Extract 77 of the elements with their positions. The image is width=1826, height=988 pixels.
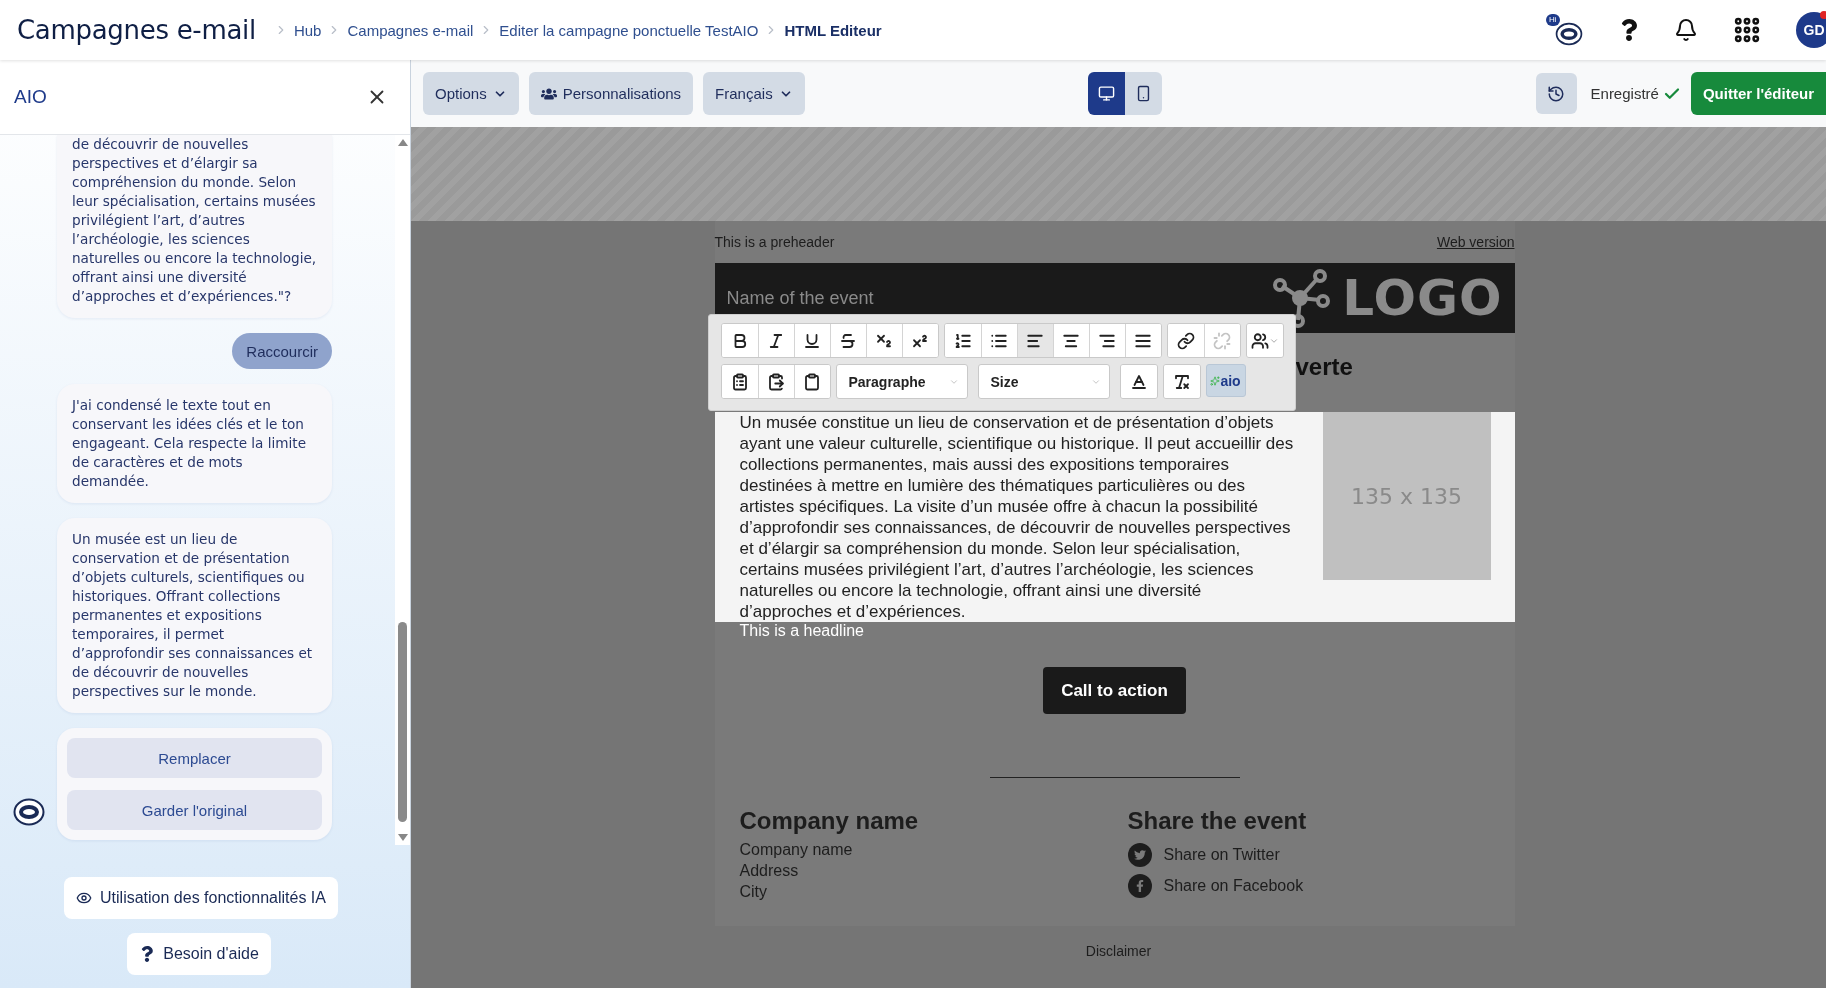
- panel-title: AIO: [14, 86, 47, 108]
- cta-button[interactable]: Call to action: [1043, 667, 1186, 714]
- body-text[interactable]: Un musée constitue un lieu de conservation et de présentation d’objets ayant une valeur culturelle, scientifique ou historique. Il peut accueillir des collections permanentes, mais aussi des expositions temporaires destinées à mettre en lumière des thématiques particulières ou des artistes spécifiques. La visite d’un musée offre à chacun la possibilité d’approfondir ses connaissances, de découvrir de nouvelles perspectives et d’élargir sa compréhension du monde. Selon leur spécialisation, certains musées privilégient l’art, d’autres l’archéologie, les sciences naturelles ou encore la technologie, offrant ainsi une diversité d’approches et d’expériences.: [739, 412, 1296, 622]
- assistant-icon: [12, 798, 45, 826]
- eye-icon: [76, 890, 93, 906]
- breadcrumb-link[interactable]: HTML Editeur: [784, 21, 882, 39]
- monitor-icon: [1097, 85, 1115, 102]
- italic-icon: [767, 331, 785, 350]
- page-title: Campagnes e-mail: [17, 15, 256, 45]
- paste-word-button[interactable]: [793, 365, 830, 398]
- company-line: Company name: [739, 840, 854, 860]
- breadcrumb-link[interactable]: Editer la campagne ponctuelle TestAIO: [499, 21, 759, 39]
- scroll-thumb[interactable]: [398, 622, 407, 822]
- ordered-list-icon: [953, 331, 972, 350]
- quit-button[interactable]: Quitter l'éditeur: [1690, 72, 1826, 115]
- preheader-text: This is a preheader: [714, 234, 835, 250]
- underline-icon: [803, 331, 821, 350]
- ai-usage-button[interactable]: Utilisation des fonctionnalités IA: [64, 877, 338, 919]
- assistant-message: J'ai condensé le texte tout en conservant les idées clés et le ton engageant. Cela respecte la limite de caractères et de mots demandée.: [57, 384, 332, 503]
- user-avatar[interactable]: GD: [1796, 12, 1826, 48]
- strike-icon: [839, 331, 857, 350]
- company-title: Company name: [739, 807, 920, 835]
- justify-button[interactable]: [1124, 324, 1161, 357]
- letter-f-icon: [1127, 873, 1152, 898]
- ai-button[interactable]: aio: [1205, 364, 1246, 397]
- desktop-view-button[interactable]: [1087, 72, 1125, 115]
- link-icon: [1176, 331, 1195, 350]
- format-select[interactable]: Paragraphe: [835, 364, 968, 399]
- user-message: Raccourcir: [232, 333, 332, 369]
- share-link[interactable]: Share on Facebook: [1127, 870, 1490, 901]
- event-name: Name of the event: [726, 287, 874, 309]
- company-line: Address: [739, 861, 800, 881]
- assistant-message: de découvrir de nouvelles perspectives et d’élargir sa compréhension du monde. Selon leur spécialisation, certains musées privilégient l’art, d’autres l’archéologie, les sciences naturelles ou encore la technologie, offrant ainsi une diversité d’approches et d’expériences."?: [57, 135, 332, 318]
- logo-text: LOGO: [1342, 269, 1503, 327]
- share-title: Share the event: [1127, 807, 1308, 835]
- paste-text-icon: [767, 372, 785, 391]
- share-link[interactable]: Share on Twitter: [1127, 839, 1490, 870]
- action-button[interactable]: Remplacer: [67, 738, 322, 778]
- headline-text: verte: [1295, 353, 1353, 381]
- text-color-button[interactable]: [1120, 365, 1157, 398]
- sparkle-icon: [1210, 375, 1221, 386]
- action-button[interactable]: Garder l'original: [67, 790, 322, 830]
- format-select[interactable]: Size: [977, 364, 1110, 399]
- menu-button[interactable]: Personnalisations: [528, 72, 694, 115]
- scroll-up-icon[interactable]: [397, 139, 408, 146]
- save-status: Enregistré: [1590, 85, 1659, 102]
- breadcrumb-link[interactable]: Campagnes e-mail: [347, 21, 474, 39]
- scroll-down-icon[interactable]: [397, 834, 408, 841]
- history-button[interactable]: [1535, 73, 1577, 114]
- people-icon: [1250, 331, 1269, 350]
- assistant-message: Un musée est un lieu de conservation et de présentation d’objets culturels, scientifiques ou historiques. Offrant collections permanentes et expositions temporaires, il permet d’approfondir ses connaissances et de découvrir de nouvelles perspectives sur le monde.: [57, 518, 332, 713]
- clear-format-button[interactable]: [1163, 365, 1200, 398]
- content-block[interactable]: [714, 412, 1515, 622]
- menu-button[interactable]: Français: [703, 72, 805, 115]
- paste-icon: [730, 372, 749, 391]
- apps-icon[interactable]: [1732, 15, 1762, 45]
- superscript-button[interactable]: [901, 324, 938, 357]
- clear-format-icon: [1172, 372, 1191, 391]
- bird-icon: [1127, 842, 1152, 867]
- headline-text: This is a headline: [738, 622, 865, 641]
- history-icon: [1547, 84, 1566, 103]
- menu-button[interactable]: Options: [423, 72, 519, 115]
- unlink-icon: [1213, 331, 1231, 350]
- mobile-view-button[interactable]: [1124, 72, 1162, 115]
- people-button[interactable]: [1246, 324, 1283, 357]
- text-color-icon: [1129, 372, 1148, 391]
- align-left-button[interactable]: [1016, 324, 1053, 357]
- web-version-link[interactable]: Web version: [1436, 234, 1515, 250]
- bell-icon[interactable]: [1674, 18, 1698, 42]
- network-icon: [1272, 268, 1331, 328]
- scrollbar[interactable]: [395, 135, 410, 845]
- breadcrumb-link[interactable]: Hub: [293, 21, 322, 39]
- disclaimer-text: Disclaimer: [1085, 943, 1152, 959]
- company-line: City: [739, 882, 769, 902]
- help-button[interactable]: Besoin d'aide: [127, 933, 271, 975]
- question-icon: [139, 946, 156, 962]
- paste-word-icon: [803, 372, 821, 391]
